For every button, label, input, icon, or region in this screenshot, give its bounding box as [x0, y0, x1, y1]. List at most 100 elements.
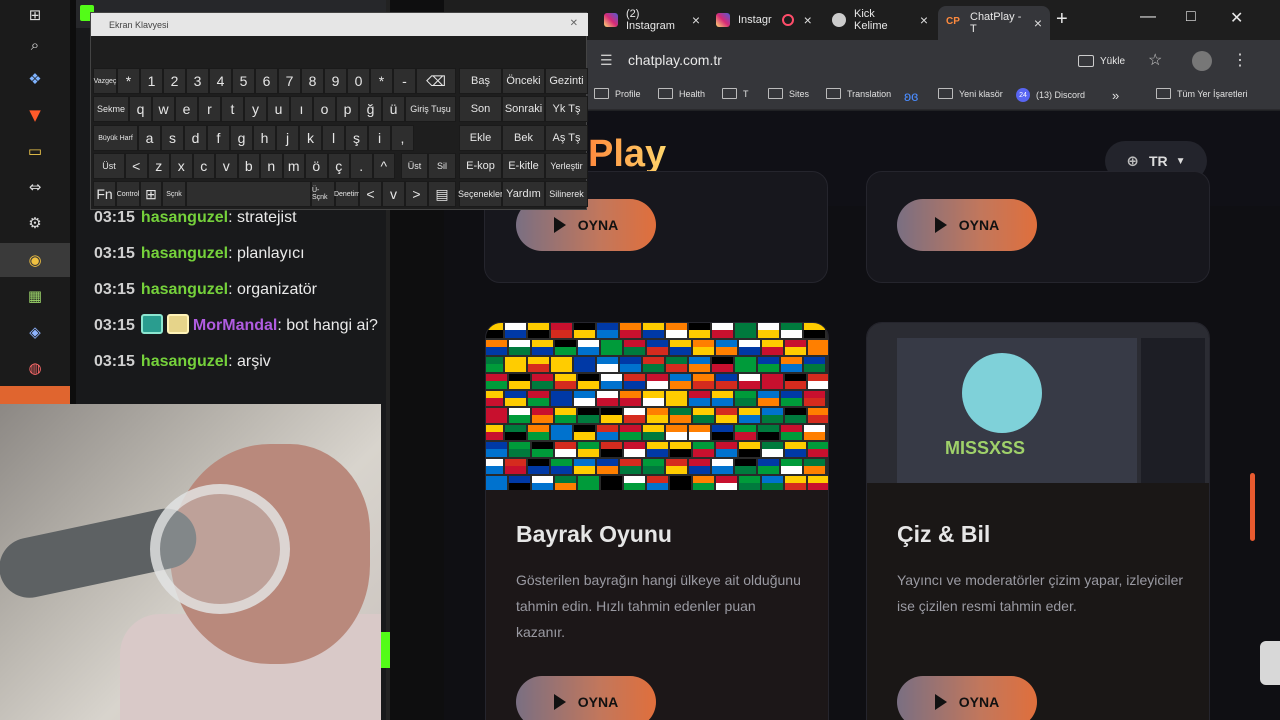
tab-kick-kelime[interactable]: Kick Kelime × [824, 6, 936, 34]
keyboard-key[interactable]: Yerleştir [545, 153, 588, 179]
keyboard-key[interactable]: m [282, 153, 305, 179]
maximize-icon[interactable]: □ [1186, 8, 1196, 26]
settings-icon[interactable]: ⚙ [0, 206, 70, 240]
file-explorer-icon[interactable]: ▭ [0, 134, 70, 168]
keyboard-key[interactable]: ▤ [428, 181, 456, 207]
install-button[interactable]: Yükle [1078, 51, 1125, 71]
keyboard-key[interactable]: Bek [502, 125, 545, 151]
close-icon[interactable]: × [692, 12, 700, 28]
close-icon[interactable]: × [920, 12, 928, 28]
keyboard-key[interactable]: 7 [278, 68, 301, 94]
keyboard-key[interactable]: . [350, 153, 373, 179]
keyboard-key[interactable]: a [138, 125, 161, 151]
keyboard-key[interactable]: E-kop [459, 153, 502, 179]
backspace-key[interactable]: ⌫ [416, 68, 456, 94]
keyboard-key[interactable]: E-kitle [502, 153, 545, 179]
message-username[interactable]: hasanguzel [141, 353, 228, 370]
keyboard-key[interactable]: g [230, 125, 253, 151]
site-info-icon[interactable]: ☰ [600, 52, 613, 69]
keyboard-key[interactable]: d [184, 125, 207, 151]
tab-instagram-2[interactable]: Instagr × [708, 6, 820, 34]
play-button[interactable]: OYNA [897, 676, 1037, 720]
app-icon[interactable] [0, 386, 70, 404]
keyboard-key[interactable]: v [382, 181, 405, 207]
keyboard-key[interactable]: 5 [232, 68, 255, 94]
keyboard-key[interactable]: * [370, 68, 393, 94]
keyboard-key[interactable]: s [161, 125, 184, 151]
keyboard-key[interactable]: o [313, 96, 336, 122]
close-icon[interactable]: × [1034, 15, 1042, 31]
bookmark-bluesky[interactable]: ʚɞ [904, 88, 924, 104]
chrome-icon[interactable]: ◉ [0, 243, 70, 277]
keyboard-key[interactable]: Seçenekler [458, 181, 503, 207]
bookmark-t[interactable]: T [722, 88, 749, 99]
profile-avatar[interactable] [1192, 51, 1212, 71]
close-icon[interactable]: × [804, 12, 812, 28]
keyboard-key[interactable]: ü [382, 96, 405, 122]
app-icon[interactable]: ▦ [0, 279, 70, 313]
page-scrollbar[interactable] [1250, 473, 1255, 541]
keyboard-key[interactable]: t [221, 96, 244, 122]
minimize-icon[interactable]: — [1140, 8, 1156, 26]
bookmark-sites[interactable]: Sites [768, 88, 809, 99]
keyboard-key[interactable]: q [129, 96, 152, 122]
keyboard-key[interactable]: Silinerek [545, 181, 588, 207]
keyboard-key[interactable] [186, 181, 311, 207]
address-bar[interactable]: chatplay.com.tr [628, 52, 722, 68]
bookmark-star-icon[interactable]: ☆ [1148, 50, 1162, 70]
keyboard-key[interactable]: Yardım [502, 181, 545, 207]
remote-desktop-icon[interactable]: ⇔ [0, 170, 70, 204]
keyboard-key[interactable]: Sonraki [502, 96, 545, 122]
keyboard-key[interactable]: Yk Tş [545, 96, 588, 122]
caps-lock-key[interactable]: Büyük Harf [93, 125, 138, 151]
keyboard-key[interactable]: Sçnk [162, 181, 186, 207]
menu-icon[interactable]: ⋮ [1232, 50, 1248, 70]
play-button[interactable]: OYNA [897, 199, 1037, 251]
message-username[interactable]: hasanguzel [141, 245, 228, 262]
delete-key[interactable]: Sil [428, 153, 456, 179]
play-button[interactable]: OYNA [516, 676, 656, 720]
keyboard-key[interactable]: 1 [140, 68, 163, 94]
tool-icon[interactable]: ◈ [0, 315, 70, 349]
keyboard-key[interactable]: 3 [186, 68, 209, 94]
bookmarks-overflow-icon[interactable]: » [1112, 88, 1119, 103]
keyboard-key[interactable]: ç [327, 153, 350, 179]
keyboard-key[interactable]: 8 [301, 68, 324, 94]
bookmark-yeni-klasor[interactable]: Yeni klasör [938, 88, 1003, 99]
bookmark-translation[interactable]: Translation [826, 88, 891, 99]
escape-key[interactable]: Vazgeç [93, 68, 117, 94]
bookmark-discord[interactable]: 24 (13) Discord [1016, 88, 1085, 102]
keyboard-key[interactable]: h [253, 125, 276, 151]
bookmark-all[interactable]: Tüm Yer İşaretleri [1156, 88, 1248, 99]
keyboard-key[interactable]: Control [116, 181, 140, 207]
keyboard-key[interactable]: x [170, 153, 193, 179]
keyboard-key[interactable]: n [260, 153, 283, 179]
keyboard-key[interactable]: f [207, 125, 230, 151]
keyboard-key[interactable]: ^ [372, 153, 395, 179]
copilot-icon[interactable]: ❖ [0, 62, 70, 96]
search-icon[interactable]: ⌕ [0, 28, 70, 62]
close-window-icon[interactable]: ✕ [1230, 8, 1243, 28]
shift-key[interactable]: Üst [93, 153, 125, 179]
game-card-draw[interactable]: MISSXSS Çiz & Bil Yayıncı ve moderatörle… [866, 322, 1210, 720]
keyboard-key[interactable]: 6 [255, 68, 278, 94]
keyboard-key[interactable]: 0 [347, 68, 370, 94]
shift-key[interactable]: Üst [401, 153, 428, 179]
message-username[interactable]: MorMandal [193, 317, 277, 334]
brave-icon[interactable]: ▼ [0, 98, 70, 132]
side-panel-tab[interactable] [1260, 641, 1280, 685]
keyboard-key[interactable]: k [299, 125, 322, 151]
keyboard-key[interactable]: v [215, 153, 238, 179]
keyboard-key[interactable]: j [276, 125, 299, 151]
keyboard-titlebar[interactable]: Ekran Klavyesi ✕ [91, 13, 588, 36]
keyboard-key[interactable]: r [198, 96, 221, 122]
keyboard-key[interactable]: y [244, 96, 267, 122]
close-icon[interactable]: ✕ [570, 18, 578, 29]
bookmark-profile[interactable]: Profile [594, 88, 641, 99]
tab-key[interactable]: Sekme [93, 96, 129, 122]
keyboard-key[interactable]: Fn [93, 181, 116, 207]
keyboard-key[interactable]: Ü-Sçnk [311, 181, 335, 207]
game-card-flag[interactable]: Bayrak Oyunu Gösterilen bayrağın hangi ü… [485, 322, 829, 720]
keyboard-key[interactable]: ö [305, 153, 328, 179]
keyboard-key[interactable]: ⊞ [140, 181, 162, 207]
